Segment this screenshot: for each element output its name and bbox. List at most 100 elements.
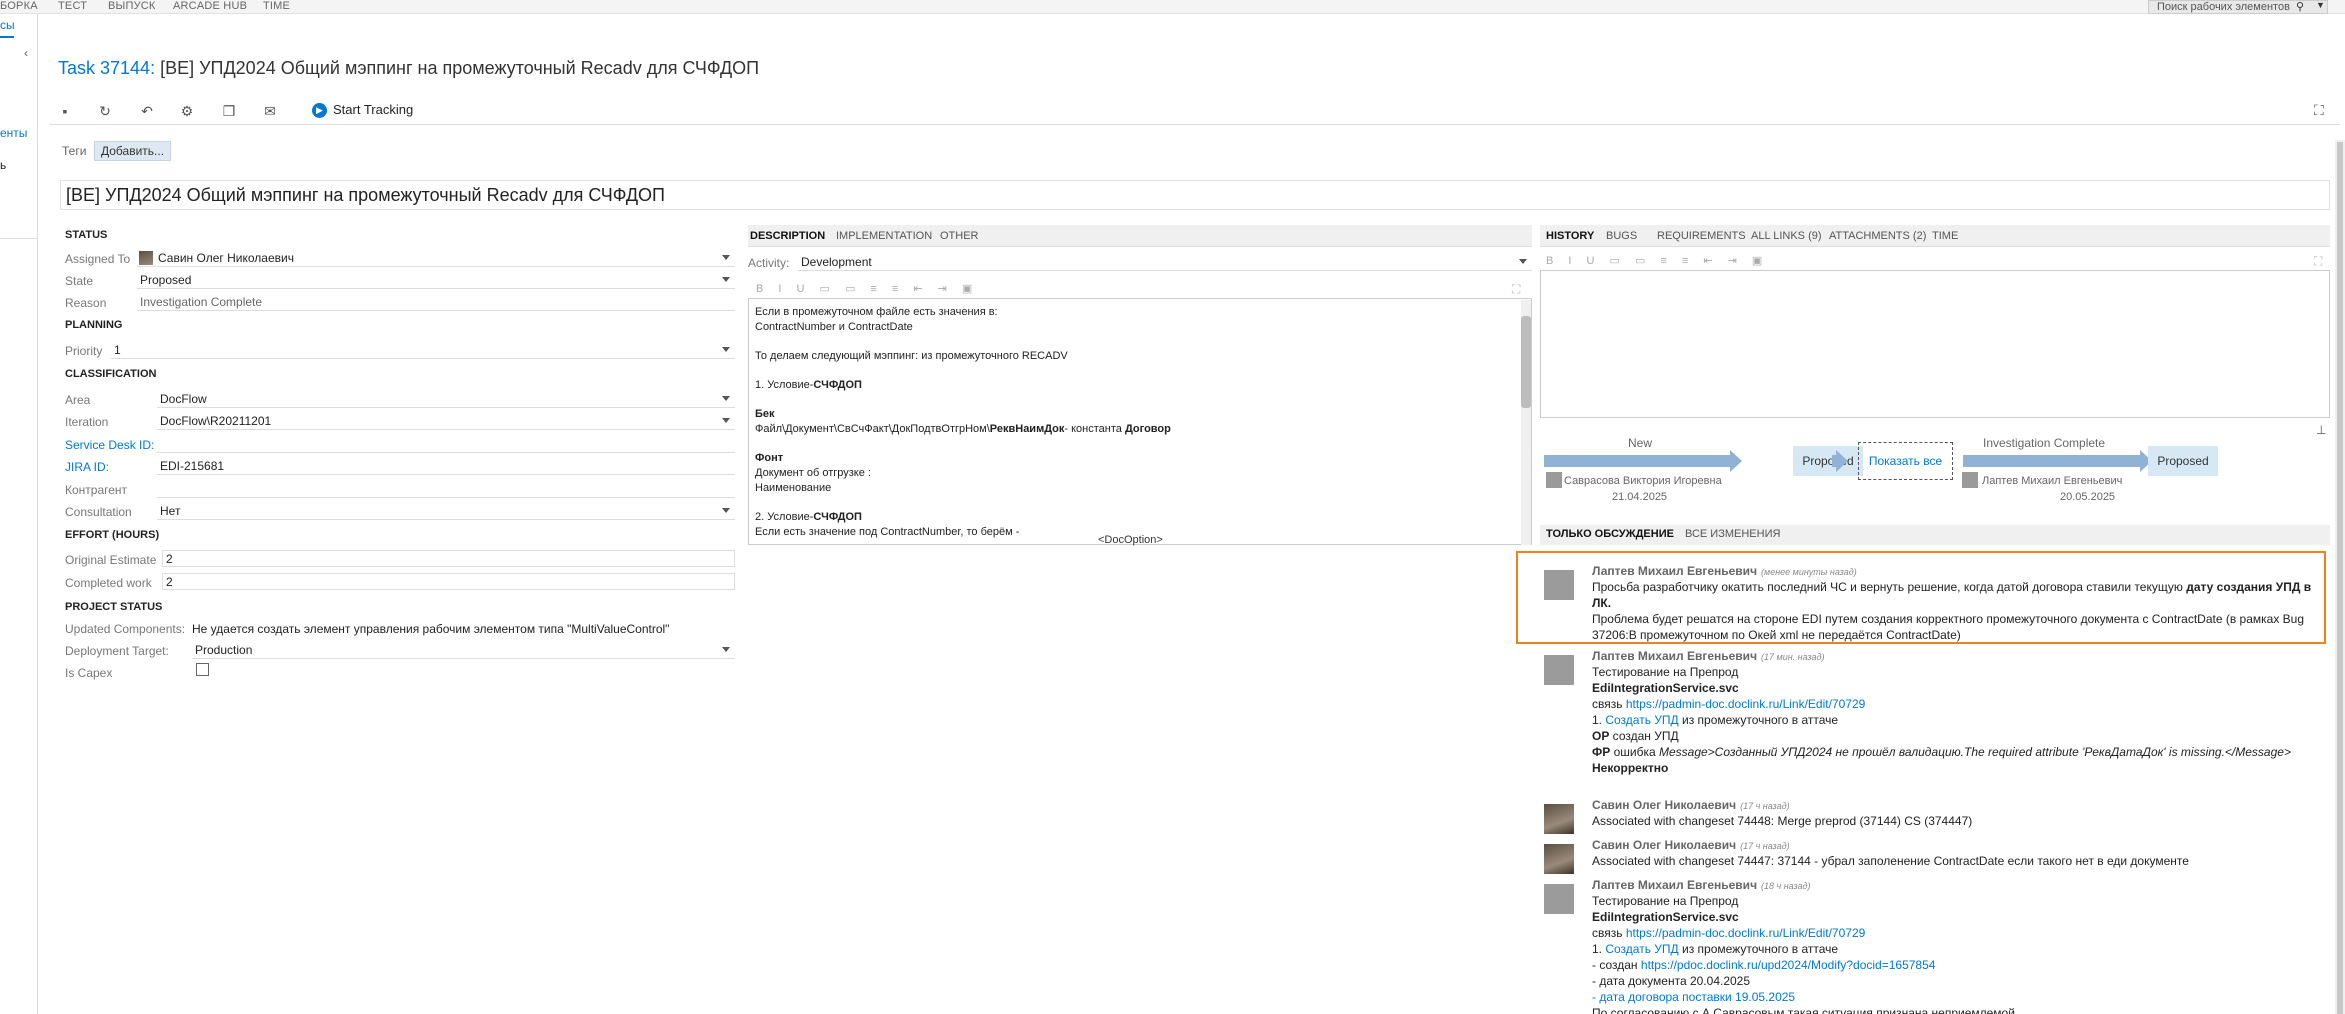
jira-id-label[interactable]: JIRA ID: — [65, 460, 109, 474]
title-field[interactable]: [BE] УПД2024 Общий мэппинг на промежуточ… — [60, 180, 2330, 210]
tab-discussion-only[interactable]: ТОЛЬКО ОБСУЖДЕНИЕ — [1546, 528, 1674, 540]
comment-author: Савин Олег Николаевич (17 ч назад) — [1592, 798, 1790, 812]
rail-link-components[interactable]: енты — [0, 126, 27, 140]
comment-body: Associated with changeset 74448: Merge p… — [1592, 814, 1973, 828]
chevron-down-icon — [722, 418, 730, 423]
tab-bugs[interactable]: BUGS — [1606, 230, 1637, 242]
tab-description[interactable]: DESCRIPTION — [750, 230, 825, 242]
state-transition-graph: New Proposed Показать все Investigation … — [1540, 430, 2330, 520]
expand-icon[interactable]: ⛶ — [2314, 254, 2322, 269]
show-all-button[interactable]: Показать все — [1858, 442, 1953, 480]
top-navigation: БОРКА ТЕСТ ВЫПУСК ARCADE HUB TIME Поиск … — [0, 0, 2345, 14]
comment-item: Савин Олег Николаевич (17 ч назад) Associ… — [1540, 798, 2330, 834]
assigned-to-label: Assigned To — [65, 252, 131, 266]
transition-date: 20.05.2025 — [2060, 491, 2116, 503]
history-comment-editor[interactable] — [1540, 270, 2330, 418]
link[interactable]: https://pdoc.doclink.ru/upd2024/Modify?d… — [1641, 958, 1936, 972]
reason-field[interactable]: Investigation Complete — [137, 294, 735, 311]
transition-person: Лаптев Михаил Евгеньевич — [1982, 475, 2123, 487]
description-tabs: DESCRIPTION IMPLEMENTATION OTHER — [748, 225, 1532, 247]
refresh-icon[interactable]: ↻ — [96, 102, 114, 120]
copy-icon[interactable]: ❐ — [220, 102, 238, 120]
nav-item-build[interactable]: БОРКА — [0, 0, 38, 12]
nav-item-test[interactable]: ТЕСТ — [58, 0, 87, 12]
history-format-toolbar[interactable]: B I U ▭ ▭ ≡ ≡ ⇤ ⇥ ▣ — [1546, 254, 1768, 270]
comment-item: Савин Олег Николаевич (17 ч назад) Associ… — [1540, 838, 2330, 874]
description-editor[interactable]: Если в промежуточном файле есть значения… — [748, 298, 1532, 545]
description-line: ContractNumber и ContractDate — [755, 321, 913, 333]
tab-implementation[interactable]: IMPLEMENTATION — [836, 230, 932, 242]
state-field[interactable]: Proposed — [137, 272, 735, 289]
tab-all-changes[interactable]: ВСЕ ИЗМЕНЕНИЯ — [1685, 528, 1780, 540]
transition-arrow-head — [1730, 450, 1742, 472]
tab-attachments[interactable]: ATTACHMENTS (2) — [1829, 230, 1926, 242]
search-icon[interactable]: ⚲ — [2296, 0, 2304, 13]
service-desk-field[interactable] — [157, 436, 735, 453]
updated-components-error: Не удается создать элемент управления ра… — [192, 622, 670, 636]
collapse-chevron-icon[interactable]: ‹ — [24, 46, 28, 60]
avatar — [1544, 804, 1574, 834]
assigned-to-field[interactable]: Савин Олег Николаевич — [137, 250, 735, 267]
nav-item-time[interactable]: TIME — [263, 0, 290, 12]
is-capex-checkbox[interactable] — [196, 663, 209, 676]
state-box: Proposed — [1793, 446, 1863, 476]
consultation-field[interactable]: Нет — [157, 503, 735, 520]
avatar — [1544, 655, 1574, 685]
completed-work-field[interactable]: 2 — [162, 573, 735, 590]
avatar — [1544, 570, 1574, 600]
maximize-icon[interactable]: ⛶ — [2314, 102, 2324, 119]
area-label: Area — [65, 393, 91, 407]
original-estimate-field[interactable]: 2 — [162, 550, 735, 567]
link[interactable]: Создать УПД — [1605, 942, 1678, 956]
chevron-down-icon — [722, 255, 730, 260]
jira-id-field[interactable]: EDI-215681 — [157, 458, 735, 475]
expand-icon[interactable]: ⛶ — [1512, 282, 1520, 297]
email-icon[interactable]: ✉ — [261, 102, 279, 120]
area-value: DocFlow — [160, 392, 207, 406]
rail-link-processes[interactable]: сы — [0, 18, 15, 32]
tab-all-links[interactable]: ALL LINKS (9) — [1751, 230, 1822, 242]
service-desk-label[interactable]: Service Desk ID: — [65, 438, 154, 452]
deployment-target-value: Production — [195, 643, 253, 657]
link[interactable]: https://padmin-doc.doclink.ru/Link/Edit/… — [1626, 926, 1865, 940]
add-tag-button[interactable]: Добавить... — [94, 141, 172, 161]
template-icon[interactable]: ⚙ — [178, 102, 196, 120]
priority-field[interactable]: 1 — [111, 342, 735, 359]
description-line: 1. Условие-СЧФДОП — [755, 379, 862, 391]
rail-link-item[interactable]: ь — [0, 158, 6, 172]
description-line: Наименование — [755, 482, 832, 494]
comment-author: Лаптев Михаил Евгеньевич (менее минуты на… — [1592, 564, 1857, 578]
description-line: Если в промежуточном файле есть значения… — [755, 306, 998, 318]
project-status-section-header: PROJECT STATUS — [65, 601, 163, 613]
tab-requirements[interactable]: REQUIREMENTS — [1657, 230, 1746, 242]
save-icon[interactable]: ▪ — [56, 102, 74, 120]
comment-filter-tabs: ТОЛЬКО ОБСУЖДЕНИЕ ВСЕ ИЗМЕНЕНИЯ — [1540, 525, 2330, 545]
tab-time[interactable]: TIME — [1932, 230, 1958, 242]
contractor-field[interactable] — [157, 481, 735, 498]
undo-icon[interactable]: ↶ — [138, 102, 156, 120]
description-scrollbar-thumb[interactable] — [1521, 316, 1531, 408]
link[interactable]: Создать УПД — [1605, 713, 1678, 727]
priority-label: Priority — [65, 344, 103, 358]
completed-work-label: Completed work — [65, 576, 152, 590]
start-tracking-button[interactable]: ▶ Start Tracking — [312, 102, 413, 119]
comment-author: Лаптев Михаил Евгеньевич (17 мин. назад) — [1592, 649, 1825, 663]
activity-field[interactable]: Development — [798, 254, 1532, 271]
tab-history[interactable]: HISTORY — [1546, 230, 1594, 242]
tab-other[interactable]: OTHER — [940, 230, 979, 242]
deployment-target-field[interactable]: Production — [192, 642, 735, 659]
chevron-down-icon[interactable]: ▼ — [2316, 0, 2325, 10]
activity-label: Activity: — [748, 256, 790, 270]
reason-label: Reason — [65, 296, 107, 310]
iteration-label: Iteration — [65, 415, 109, 429]
link[interactable]: https://padmin-doc.doclink.ru/Link/Edit/… — [1626, 697, 1865, 711]
description-format-toolbar[interactable]: B I U ▭ ▭ ≡ ≡ ⇤ ⇥ ▣ — [756, 282, 978, 298]
link[interactable]: - дата договора поставки 19.05.2025 — [1592, 989, 2015, 1005]
area-field[interactable]: DocFlow — [157, 391, 735, 408]
task-id-link[interactable]: Task 37144: — [58, 58, 155, 78]
iteration-field[interactable]: DocFlow\R20211201 — [157, 413, 735, 430]
nav-item-release[interactable]: ВЫПУСК — [108, 0, 156, 12]
page-scrollbar-thumb[interactable] — [2337, 142, 2343, 1014]
planning-section-header: PLANNING — [65, 319, 123, 331]
nav-item-arcade-hub[interactable]: ARCADE HUB — [173, 0, 247, 12]
